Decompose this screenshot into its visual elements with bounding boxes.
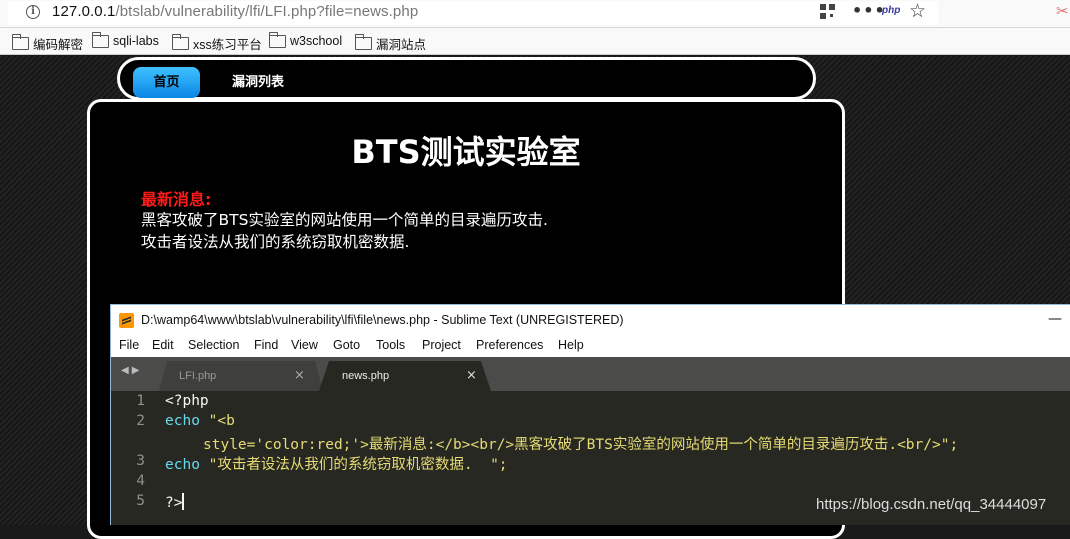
code-line-3: echo "攻击者设法从我们的系统窃取机密数据. "; [165, 453, 508, 474]
keyword: echo [165, 457, 200, 473]
tab-label: news.php [342, 370, 390, 382]
line-number: 4 [136, 473, 145, 489]
folder-icon [11, 34, 29, 50]
url-path: /btslab/vulnerability/lfi/LFI.php?file=n… [115, 3, 419, 20]
line-number: 2 [136, 413, 145, 429]
string: style='color:red;'>最新消息:</b><br/>黑客攻破了BT… [203, 437, 959, 453]
nav-bar: 首页 漏洞列表 [117, 57, 816, 100]
menu-help[interactable]: Help [558, 338, 584, 352]
string: "攻击者设法从我们的系统窃取机密数据. "; [208, 457, 508, 473]
code-line-1: <?php [165, 393, 209, 409]
bookmark-item[interactable]: w3school [268, 31, 343, 48]
tab-lfi-php[interactable]: LFI.php × [159, 361, 323, 391]
line-number: 3 [136, 453, 145, 469]
tab-news-php[interactable]: news.php × [319, 361, 491, 391]
menu-tools[interactable]: Tools [376, 338, 405, 352]
bookmarks-bar: 编码解密 sqli-labs xss练习平台 w3school 漏洞站点 [0, 28, 1070, 55]
menu-edit[interactable]: Edit [152, 338, 174, 352]
bookmark-label: 漏洞站点 [376, 38, 427, 52]
news-label: 最新消息: [141, 190, 212, 209]
text-cursor [182, 493, 185, 510]
qr-code-icon[interactable] [820, 4, 835, 19]
close-icon[interactable]: × [294, 368, 305, 383]
tab-bar: ◀▶ LFI.php × news.php × [111, 357, 1070, 391]
menu-goto[interactable]: Goto [333, 338, 360, 352]
code-line-2: echo "<b [165, 413, 235, 429]
screenshot-icon[interactable]: ✂ [1056, 2, 1069, 20]
php-icon[interactable]: php [882, 5, 900, 16]
folder-icon [171, 34, 189, 50]
tab-label: LFI.php [179, 370, 217, 382]
url-text[interactable]: 127.0.0.1/btslab/vulnerability/lfi/LFI.p… [52, 3, 418, 20]
url-host: 127.0.0.1 [52, 3, 116, 20]
bookmark-label: w3school [290, 34, 343, 48]
php-close-tag: ?> [165, 495, 183, 511]
menu-find[interactable]: Find [254, 338, 278, 352]
close-icon[interactable]: × [466, 368, 477, 383]
bookmark-item[interactable]: 漏洞站点 [354, 34, 427, 53]
menu-file[interactable]: File [119, 338, 139, 352]
address-bar: i 127.0.0.1/btslab/vulnerability/lfi/LFI… [0, 0, 1070, 28]
menu-selection[interactable]: Selection [188, 338, 239, 352]
nav-vuln-list-link[interactable]: 漏洞列表 [232, 67, 284, 98]
menu-bar: File Edit Selection Find View Goto Tools… [111, 335, 1070, 357]
bookmark-item[interactable]: 编码解密 [11, 34, 84, 53]
line-number: 1 [136, 393, 145, 409]
news-text-line: 攻击者设法从我们的系统窃取机密数据. [141, 233, 410, 251]
news-text-line: 黑客攻破了BTS实验室的网站使用一个简单的目录遍历攻击. [141, 211, 548, 229]
bookmark-label: 编码解密 [33, 38, 84, 52]
menu-project[interactable]: Project [422, 338, 461, 352]
menu-view[interactable]: View [291, 338, 318, 352]
watermark: https://blog.csdn.net/qq_34444097 [816, 496, 1047, 513]
url-field[interactable]: i 127.0.0.1/btslab/vulnerability/lfi/LFI… [8, 1, 938, 25]
code-line-2-wrap: style='color:red;'>最新消息:</b><br/>黑客攻破了BT… [203, 433, 958, 454]
bookmark-item[interactable]: sqli-labs [91, 31, 159, 48]
sublime-logo-icon [119, 313, 134, 328]
folder-icon [91, 31, 109, 48]
bookmark-star-icon[interactable]: ☆ [909, 0, 926, 22]
minimize-button[interactable]: — [1048, 311, 1062, 327]
bookmark-label: sqli-labs [113, 34, 159, 48]
line-number: 5 [136, 493, 145, 509]
folder-icon [354, 34, 372, 50]
window-titlebar[interactable]: D:\wamp64\www\btslab\vulnerability\lfi\f… [111, 305, 1070, 335]
window-title: D:\wamp64\www\btslab\vulnerability\lfi\f… [141, 313, 624, 327]
nav-home-button[interactable]: 首页 [133, 67, 200, 98]
string: "<b [208, 413, 235, 429]
bookmark-item[interactable]: xss练习平台 [171, 34, 262, 53]
menu-preferences[interactable]: Preferences [476, 338, 543, 352]
code-line-5: ?> [165, 493, 185, 511]
info-icon[interactable]: i [26, 5, 40, 19]
bookmark-label: xss练习平台 [193, 38, 262, 52]
folder-icon [268, 31, 286, 48]
page-title: BTS测试实验室 [351, 133, 581, 171]
tab-nav-arrows-icon[interactable]: ◀▶ [121, 365, 142, 376]
keyword: echo [165, 413, 200, 429]
sublime-window: D:\wamp64\www\btslab\vulnerability\lfi\f… [110, 304, 1070, 525]
more-icon[interactable]: ••• [852, 1, 886, 20]
